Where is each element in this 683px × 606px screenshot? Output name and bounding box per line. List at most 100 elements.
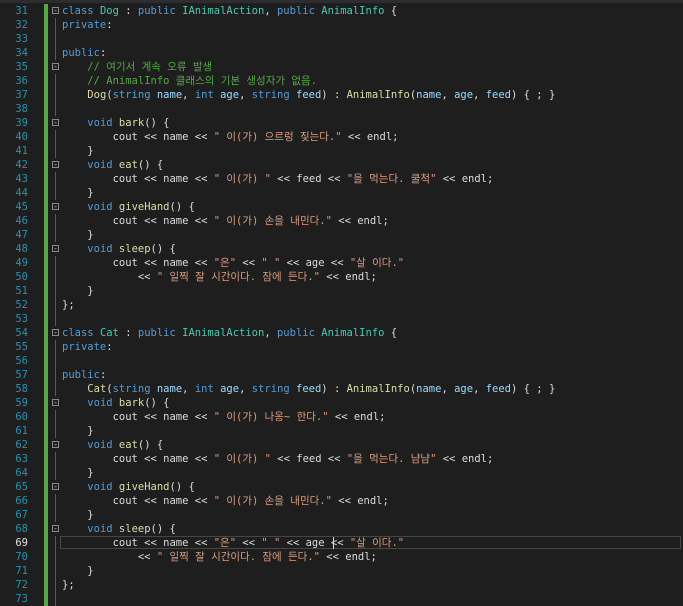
code-text[interactable]: } (62, 228, 93, 242)
code-line[interactable]: 62 - void eat() { (0, 438, 683, 452)
code-line[interactable]: 52}; (0, 298, 683, 312)
code-line[interactable]: 56 (0, 354, 683, 368)
code-line[interactable]: 70 << " 일찍 잘 시간이다. 잠에 든다." << endl; (0, 550, 683, 564)
code-line[interactable]: 48 - void sleep() { (0, 242, 683, 256)
code-text[interactable]: public: (62, 368, 106, 382)
code-text[interactable]: }; (62, 298, 75, 312)
code-text[interactable]: } (62, 466, 93, 480)
code-line[interactable]: 61 } (0, 424, 683, 438)
code-text[interactable]: cout << name << " 이(가) 으르렁 짖는다." << endl… (62, 130, 399, 144)
code-line[interactable]: 64 } (0, 466, 683, 480)
code-line[interactable]: 49 cout << name << "은" << " " << age << … (0, 256, 683, 270)
collapse-icon[interactable]: - (52, 63, 59, 71)
code-line[interactable]: 45 - void giveHand() { (0, 200, 683, 214)
collapse-icon[interactable]: - (52, 525, 59, 533)
code-text[interactable]: void eat() { (62, 438, 163, 452)
code-text[interactable]: void eat() { (62, 158, 163, 172)
collapse-icon[interactable]: - (52, 329, 59, 337)
code-text[interactable]: cout << name << " 이(가) " << feed << "을 먹… (62, 452, 494, 466)
code-line[interactable]: 51 } (0, 284, 683, 298)
code-text[interactable]: } (62, 186, 93, 200)
code-text[interactable]: void sleep() { (62, 242, 176, 256)
code-line[interactable]: 50 << " 일찍 잘 시간이다. 잠에 든다." << endl; (0, 270, 683, 284)
code-line[interactable]: 72}; (0, 578, 683, 592)
code-text[interactable]: public: (62, 46, 106, 60)
collapse-icon[interactable]: - (52, 399, 59, 407)
code-line[interactable]: 54 - class Cat : public IAnimalAction, pub… (0, 326, 683, 340)
code-editor[interactable]: 31- class Dog : public IAnimalAction, pub… (0, 0, 683, 606)
code-line[interactable]: 35 - // 여기서 계속 오류 발생 (0, 60, 683, 74)
code-text[interactable]: cout << name << " 이(가) 손을 내민다." << endl; (62, 214, 389, 228)
code-text[interactable]: << " 일찍 잘 시간이다. 잠에 든다." << endl; (62, 270, 377, 284)
code-text[interactable]: Cat(string name, int age, string feed) :… (62, 382, 555, 396)
code-text[interactable]: }; (62, 578, 75, 592)
code-text[interactable]: class Cat : public IAnimalAction, public… (62, 326, 397, 340)
code-line[interactable]: 59 - void bark() { (0, 396, 683, 410)
code-text[interactable]: } (62, 424, 93, 438)
code-text[interactable]: void giveHand() { (62, 480, 195, 494)
code-text[interactable]: << " 일찍 잘 시간이다. 잠에 든다." << endl; (62, 550, 377, 564)
code-line[interactable]: 58 Cat(string name, int age, string feed… (0, 382, 683, 396)
code-line[interactable]: 66 cout << name << " 이(가) 손을 내민다." << en… (0, 494, 683, 508)
collapse-icon[interactable]: - (52, 119, 59, 127)
line-number: 64 (15, 467, 28, 479)
code-line[interactable]: 41 } (0, 144, 683, 158)
code-text[interactable]: } (62, 144, 93, 158)
code-line[interactable]: 65 - void giveHand() { (0, 480, 683, 494)
code-line[interactable]: 71 } (0, 564, 683, 578)
code-line[interactable]: 67 } (0, 508, 683, 522)
code-line[interactable]: 40 cout << name << " 이(가) 으르렁 짖는다." << e… (0, 130, 683, 144)
code-line[interactable]: 33 (0, 32, 683, 46)
code-text[interactable]: void sleep() { (62, 522, 176, 536)
collapse-icon[interactable]: - (52, 161, 59, 169)
code-text[interactable]: private: (62, 18, 113, 32)
collapse-icon[interactable]: - (52, 203, 59, 211)
collapse-icon[interactable]: - (52, 441, 59, 449)
code-line[interactable]: 69 cout << name << "은" << " " << age << … (0, 536, 683, 550)
code-line[interactable]: 42 - void eat() { (0, 158, 683, 172)
code-text[interactable]: cout << name << " 이(가) 나옹~ 한다." << endl; (62, 410, 386, 424)
outline-guide (55, 18, 56, 32)
code-line[interactable]: 68 - void sleep() { (0, 522, 683, 536)
code-line[interactable]: 57 public: (0, 368, 683, 382)
code-line[interactable]: 34 public: (0, 46, 683, 60)
code-line[interactable]: 47 } (0, 228, 683, 242)
code-text[interactable]: cout << name << " 이(가) 손을 내민다." << endl; (62, 494, 389, 508)
code-line[interactable]: 46 cout << name << " 이(가) 손을 내민다." << en… (0, 214, 683, 228)
code-line[interactable]: 31 - class Dog : public IAnimalAction, pub… (0, 4, 683, 18)
code-line[interactable]: 36 // AnimalInfo 클래스의 기본 생성자가 없음. (0, 74, 683, 88)
code-text[interactable]: cout << name << " 이(가) " << feed << "을 먹… (62, 172, 494, 186)
code-text[interactable]: } (62, 564, 93, 578)
code-text[interactable]: cout << name << "은" << " " << age << "살 … (62, 536, 405, 550)
code-token: << (62, 271, 157, 283)
code-text[interactable]: private: (62, 340, 113, 354)
code-line[interactable]: 55 private: (0, 340, 683, 354)
code-line[interactable]: 37 Dog(string name, int age, string feed… (0, 88, 683, 102)
line-number: 71 (15, 565, 28, 577)
code-line[interactable]: 73 (0, 592, 683, 606)
code-line[interactable]: 43 cout << name << " 이(가) " << feed << "… (0, 172, 683, 186)
code-line[interactable]: 44 } (0, 186, 683, 200)
code-line[interactable]: 38 (0, 102, 683, 116)
code-text[interactable]: // AnimalInfo 클래스의 기본 생성자가 없음. (62, 74, 317, 88)
collapse-icon[interactable]: - (52, 483, 59, 491)
code-text[interactable]: Dog(string name, int age, string feed) :… (62, 88, 555, 102)
code-text[interactable]: } (62, 284, 93, 298)
code-line[interactable]: 53 (0, 312, 683, 326)
code-line[interactable]: 63 cout << name << " 이(가) " << feed << "… (0, 452, 683, 466)
collapse-icon[interactable]: - (52, 7, 59, 15)
code-line[interactable]: 60 cout << name << " 이(가) 나옹~ 한다." << en… (0, 410, 683, 424)
code-line[interactable]: 32 private: (0, 18, 683, 32)
code-text[interactable]: void bark() { (62, 116, 169, 130)
code-text[interactable]: } (62, 508, 93, 522)
code-text[interactable]: void giveHand() { (62, 200, 195, 214)
code-token: , (264, 5, 277, 17)
outline-guide (55, 256, 56, 270)
code-line[interactable]: 39 - void bark() { (0, 116, 683, 130)
code-text[interactable]: class Dog : public IAnimalAction, public… (62, 4, 397, 18)
code-text[interactable]: // 여기서 계속 오류 발생 (62, 60, 212, 74)
collapse-icon[interactable]: - (52, 245, 59, 253)
code-text[interactable]: cout << name << "은" << " " << age << "살 … (62, 256, 405, 270)
code-text[interactable]: void bark() { (62, 396, 169, 410)
